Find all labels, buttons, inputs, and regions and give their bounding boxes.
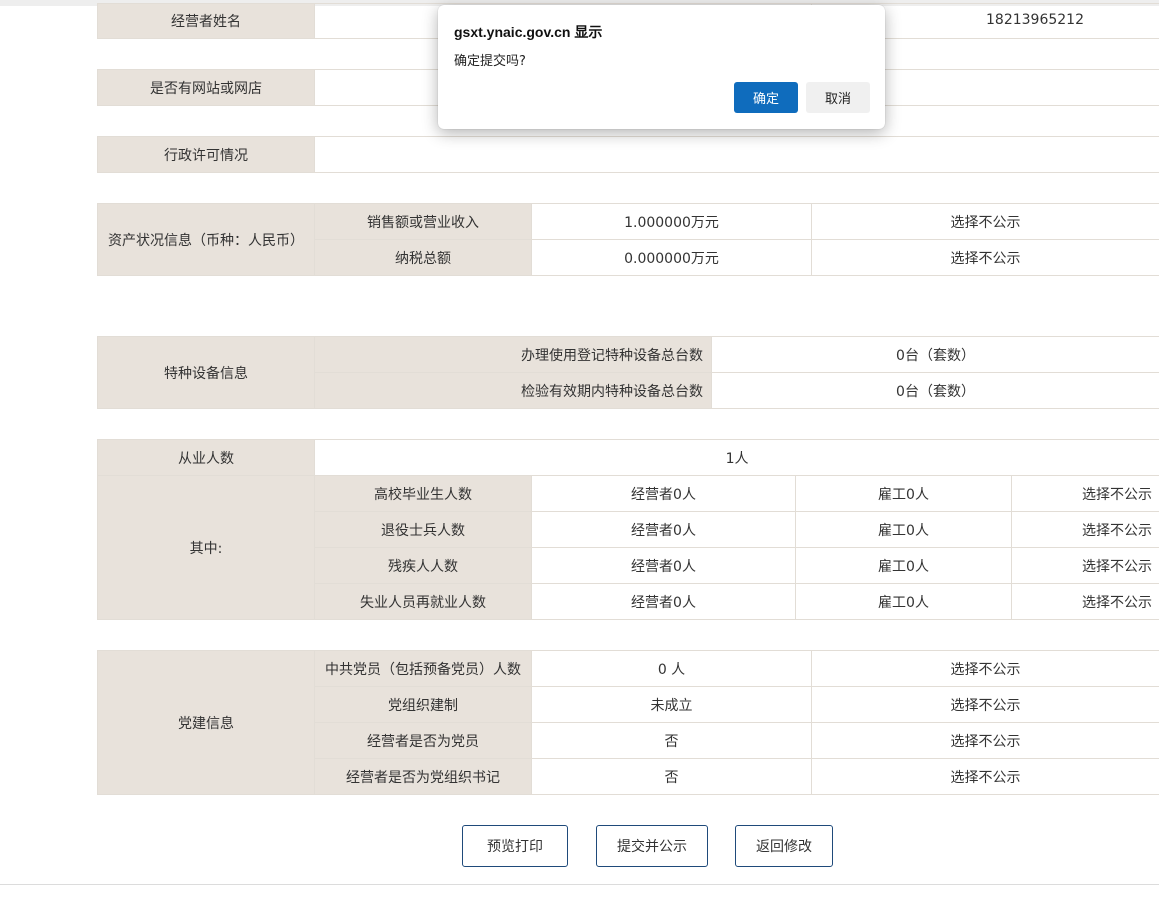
employees-row-employee: 雇工0人 bbox=[795, 583, 1012, 620]
equipment-row-value: 0台（套数） bbox=[711, 372, 1159, 409]
employees-row-visibility: 选择不公示 bbox=[1010, 475, 1159, 512]
dialog-title: gsxt.ynaic.gov.cn 显示 bbox=[454, 24, 603, 40]
assets-row-value: 1.000000万元 bbox=[531, 203, 812, 240]
party-row-value: 否 bbox=[531, 722, 812, 759]
employees-table: 从业人数 1人 其中: 高校毕业生人数 经营者0人 雇工0人 选择不公示 退役士… bbox=[97, 439, 1159, 620]
employees-row-operator: 经营者0人 bbox=[531, 583, 796, 620]
party-row-value: 否 bbox=[531, 758, 812, 795]
employees-row-operator: 经营者0人 bbox=[531, 547, 796, 584]
assets-row-label: 销售额或营业收入 bbox=[314, 203, 532, 240]
submit-publish-button[interactable]: 提交并公示 bbox=[596, 825, 708, 867]
employees-row-label: 退役士兵人数 bbox=[314, 511, 532, 548]
equipment-label: 特种设备信息 bbox=[97, 336, 315, 409]
assets-label: 资产状况信息（币种：人民币） bbox=[97, 203, 315, 276]
dialog-ok-button[interactable]: 确定 bbox=[734, 82, 798, 113]
employees-row-employee: 雇工0人 bbox=[795, 475, 1012, 512]
website-label: 是否有网站或网店 bbox=[97, 69, 315, 106]
party-row-value: 0 人 bbox=[531, 650, 812, 687]
operator-name-label: 经营者姓名 bbox=[97, 3, 315, 39]
license-table: 行政许可情况 bbox=[97, 136, 1159, 173]
party-row-visibility: 选择不公示 bbox=[811, 650, 1159, 687]
employees-row-employee: 雇工0人 bbox=[795, 511, 1012, 548]
license-label: 行政许可情况 bbox=[97, 136, 315, 173]
party-label: 党建信息 bbox=[97, 650, 315, 795]
employees-total-value: 1人 bbox=[313, 439, 1159, 476]
employees-row-operator: 经营者0人 bbox=[531, 511, 796, 548]
employees-row-employee: 雇工0人 bbox=[795, 547, 1012, 584]
party-row-label: 党组织建制 bbox=[314, 686, 532, 723]
party-row-visibility: 选择不公示 bbox=[811, 722, 1159, 759]
employees-row-visibility: 选择不公示 bbox=[1010, 511, 1159, 548]
party-row-label: 经营者是否为党组织书记 bbox=[314, 758, 532, 795]
party-table: 党建信息 中共党员（包括预备党员）人数 0 人 选择不公示 党组织建制 未成立 … bbox=[97, 650, 1159, 795]
equipment-row-label: 检验有效期内特种设备总台数 bbox=[314, 372, 712, 409]
assets-table: 资产状况信息（币种：人民币） 销售额或营业收入 1.000000万元 选择不公示… bbox=[97, 203, 1159, 276]
party-row-visibility: 选择不公示 bbox=[811, 758, 1159, 795]
dialog-cancel-button[interactable]: 取消 bbox=[806, 82, 870, 113]
employees-row-visibility: 选择不公示 bbox=[1010, 547, 1159, 584]
employees-row-label: 残疾人人数 bbox=[314, 547, 532, 584]
assets-row-value: 0.000000万元 bbox=[531, 239, 812, 276]
employees-row-visibility: 选择不公示 bbox=[1010, 583, 1159, 620]
employees-row-operator: 经营者0人 bbox=[531, 475, 796, 512]
party-row-label: 中共党员（包括预备党员）人数 bbox=[314, 650, 532, 687]
equipment-row-label: 办理使用登记特种设备总台数 bbox=[314, 336, 712, 373]
preview-print-button[interactable]: 预览打印 bbox=[462, 825, 568, 867]
bottom-divider bbox=[0, 884, 1159, 885]
license-value bbox=[314, 136, 1159, 173]
employees-among-label: 其中: bbox=[97, 475, 315, 620]
employees-row-label: 高校毕业生人数 bbox=[314, 475, 532, 512]
confirm-dialog: gsxt.ynaic.gov.cn 显示 确定提交吗? 确定 取消 bbox=[438, 5, 885, 129]
dialog-message: 确定提交吗? bbox=[454, 54, 526, 69]
back-edit-button[interactable]: 返回修改 bbox=[735, 825, 833, 867]
assets-row-visibility: 选择不公示 bbox=[811, 203, 1159, 240]
party-row-visibility: 选择不公示 bbox=[811, 686, 1159, 723]
assets-row-label: 纳税总额 bbox=[314, 239, 532, 276]
assets-row-visibility: 选择不公示 bbox=[811, 239, 1159, 276]
party-row-label: 经营者是否为党员 bbox=[314, 722, 532, 759]
party-row-value: 未成立 bbox=[531, 686, 812, 723]
employees-total-label: 从业人数 bbox=[97, 439, 315, 476]
equipment-table: 特种设备信息 办理使用登记特种设备总台数 0台（套数） 检验有效期内特种设备总台… bbox=[97, 336, 1159, 409]
equipment-row-value: 0台（套数） bbox=[711, 336, 1159, 373]
employees-row-label: 失业人员再就业人数 bbox=[314, 583, 532, 620]
